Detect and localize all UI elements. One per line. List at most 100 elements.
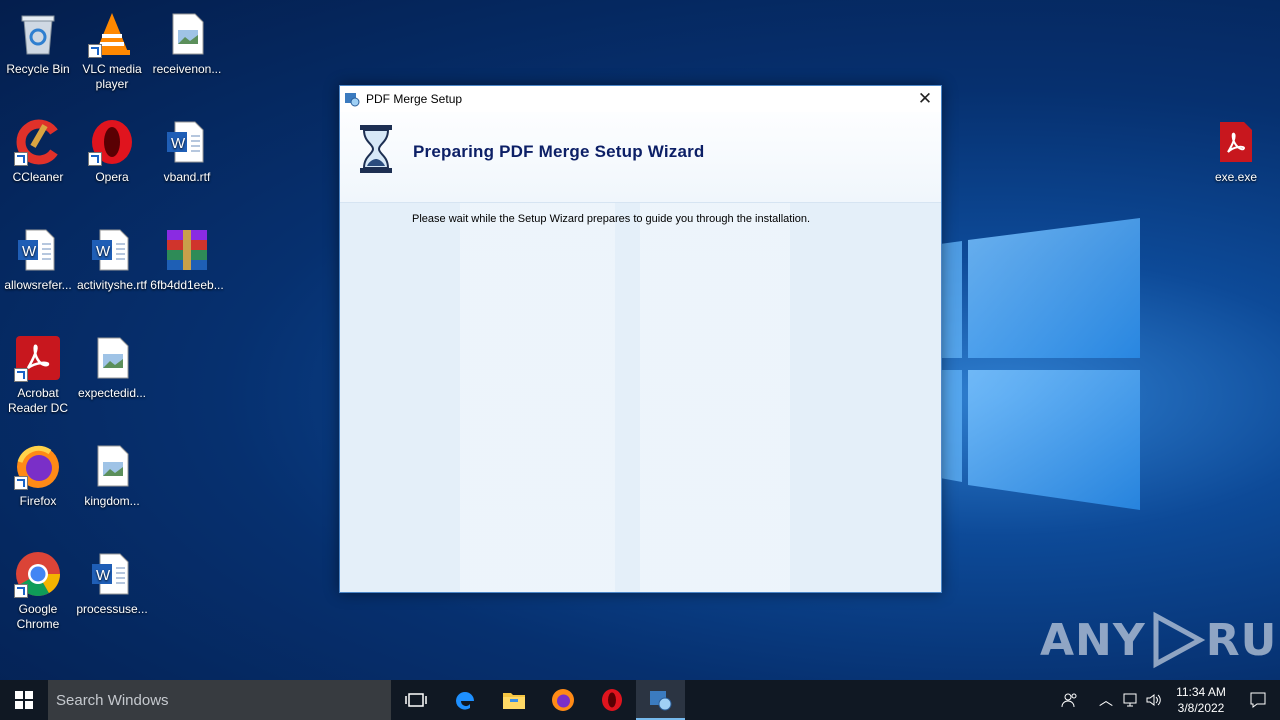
taskbar-pdf-merge-setup[interactable]	[636, 680, 685, 720]
vlc-icon	[88, 10, 136, 58]
word-document-icon: W	[14, 226, 62, 274]
opera-icon	[88, 118, 136, 166]
desktop-icon-vband[interactable]: W vband.rtf	[149, 112, 225, 185]
desktop-icon-acrobat[interactable]: Acrobat Reader DC	[0, 328, 76, 416]
icon-label: VLC media player	[82, 62, 142, 91]
setup-dialog: PDF Merge Setup ✕ Preparing PDF Merge Se…	[339, 85, 942, 593]
hourglass-icon	[360, 125, 392, 173]
icon-label: activityshe.rtf	[76, 278, 148, 292]
wizard-message: Please wait while the Setup Wizard prepa…	[412, 213, 811, 225]
icon-label: expectedid...	[77, 386, 147, 400]
close-icon: ✕	[917, 89, 933, 108]
system-tray: ︿ 11:34 AM 3/8/2022	[1058, 680, 1280, 720]
desktop-icon-receivenon[interactable]: receivenon...	[149, 4, 225, 77]
firefox-icon	[551, 689, 574, 711]
desktop-icon-recycle-bin[interactable]: Recycle Bin	[0, 4, 76, 77]
volume-button[interactable]	[1142, 680, 1166, 720]
task-view-icon	[404, 693, 427, 707]
people-button[interactable]	[1058, 680, 1082, 720]
close-button[interactable]: ✕	[909, 86, 941, 112]
action-center-button[interactable]	[1236, 680, 1280, 720]
shortcut-arrow-icon	[88, 152, 102, 166]
network-icon	[1123, 693, 1137, 707]
icon-label: Acrobat Reader DC	[7, 386, 69, 415]
notification-icon	[1250, 692, 1266, 708]
shortcut-arrow-icon	[14, 584, 28, 598]
taskbar-edge[interactable]	[440, 680, 489, 720]
icon-label: 6fb4dd1eeb...	[150, 278, 224, 292]
chrome-icon	[14, 550, 62, 598]
icon-label: Recycle Bin	[6, 62, 70, 76]
shortcut-arrow-icon	[88, 44, 102, 58]
taskbar-opera[interactable]	[587, 680, 636, 720]
people-icon	[1061, 693, 1077, 708]
desktop-icon-chrome[interactable]: Google Chrome	[0, 544, 76, 632]
icon-label: kingdom...	[84, 494, 140, 508]
svg-text:W: W	[171, 135, 186, 152]
image-file-icon	[88, 334, 136, 382]
watermark-text-left: ANY	[1040, 614, 1146, 666]
svg-text:W: W	[96, 243, 111, 260]
speaker-icon	[1146, 694, 1161, 706]
desktop-icon-kingdom[interactable]: kingdom...	[74, 436, 150, 509]
icon-label: allowsrefer...	[4, 278, 72, 292]
icon-label: CCleaner	[12, 170, 64, 184]
svg-text:W: W	[22, 243, 37, 260]
icon-label: processuse...	[76, 602, 148, 616]
folder-icon	[502, 693, 525, 709]
desktop-icon-exe[interactable]: exe.exe	[1198, 112, 1274, 185]
ccleaner-icon	[14, 118, 62, 166]
icon-label: vband.rtf	[163, 170, 211, 184]
edge-icon	[455, 691, 474, 710]
dialog-header: Preparing PDF Merge Setup Wizard	[340, 112, 941, 203]
recycle-bin-icon	[14, 10, 62, 58]
desktop-icon-archive[interactable]: 6fb4dd1eeb...	[149, 220, 225, 293]
watermark-text-right: RUN	[1205, 614, 1280, 666]
taskbar-firefox[interactable]	[538, 680, 587, 720]
winrar-archive-icon	[163, 226, 211, 274]
word-document-icon: W	[163, 118, 211, 166]
opera-icon	[601, 689, 622, 711]
pdf-file-icon	[1212, 118, 1260, 166]
image-file-icon	[163, 10, 211, 58]
icon-label: Opera	[95, 170, 129, 184]
taskbar: Search Windows ︿ 11:34 AM 3/8/2022	[0, 680, 1280, 720]
clock-date: 3/8/2022	[1177, 701, 1225, 715]
desktop-icon-opera[interactable]: Opera	[74, 112, 150, 185]
shortcut-arrow-icon	[14, 476, 28, 490]
installer-icon	[649, 691, 671, 711]
anyrun-watermark: ANY RUN	[1040, 610, 1280, 670]
show-hidden-icons-button[interactable]: ︿	[1094, 680, 1118, 720]
desktop-icon-activityshe[interactable]: W activityshe.rtf	[74, 220, 150, 293]
windows-start-icon	[15, 691, 33, 709]
desktop-icon-ccleaner[interactable]: CCleaner	[0, 112, 76, 185]
dialog-title: PDF Merge Setup	[366, 92, 463, 106]
icon-label: Google Chrome	[16, 602, 60, 631]
chevron-up-icon: ︿	[1099, 692, 1113, 708]
dialog-titlebar[interactable]: PDF Merge Setup ✕	[340, 86, 941, 112]
desktop-icon-expectedid[interactable]: expectedid...	[74, 328, 150, 401]
network-button[interactable]	[1118, 680, 1142, 720]
search-placeholder: Search Windows	[56, 691, 169, 709]
word-document-icon: W	[88, 226, 136, 274]
desktop-icon-allowsrefer[interactable]: W allowsrefer...	[0, 220, 76, 293]
acrobat-reader-icon	[14, 334, 62, 382]
clock[interactable]: 11:34 AM 3/8/2022	[1166, 684, 1236, 716]
task-view-button[interactable]	[391, 680, 440, 720]
taskbar-search[interactable]: Search Windows	[48, 680, 391, 720]
icon-label: receivenon...	[152, 62, 222, 76]
desktop-icon-vlc[interactable]: VLC media player	[74, 4, 150, 92]
dialog-body: Please wait while the Setup Wizard prepa…	[340, 203, 941, 592]
play-logo-icon	[1153, 611, 1205, 669]
wizard-heading: Preparing PDF Merge Setup Wizard	[413, 142, 705, 161]
desktop-icon-firefox[interactable]: Firefox	[0, 436, 76, 509]
shortcut-arrow-icon	[14, 368, 28, 382]
word-document-icon: W	[88, 550, 136, 598]
icon-label: exe.exe	[1214, 170, 1258, 184]
start-button[interactable]	[0, 680, 48, 720]
taskbar-file-explorer[interactable]	[489, 680, 538, 720]
svg-text:W: W	[96, 567, 111, 584]
desktop-icon-processuse[interactable]: W processuse...	[74, 544, 150, 617]
clock-time: 11:34 AM	[1176, 685, 1226, 699]
